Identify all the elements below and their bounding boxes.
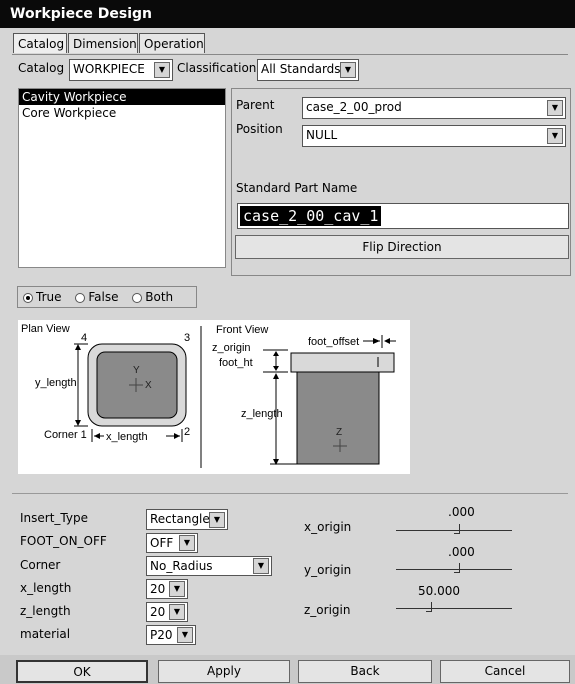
radio-both-circle[interactable]: [132, 292, 143, 303]
classification-label: Classification: [177, 61, 257, 75]
material-dropdown[interactable]: P20 ▼: [146, 625, 196, 645]
chevron-down-icon[interactable]: ▼: [547, 128, 563, 144]
cancel-button[interactable]: Cancel: [440, 660, 570, 683]
apply-button[interactable]: Apply: [158, 660, 290, 683]
z-length-label: z_length: [241, 408, 283, 420]
z-length-dropdown[interactable]: 20 ▼: [146, 602, 188, 622]
radio-true-circle[interactable]: [23, 292, 33, 303]
properties-panel: Parent case_2_00_prod ▼ Position NULL ▼ …: [231, 88, 571, 276]
z-origin-label: z_origin: [212, 342, 251, 354]
x-length-dropdown[interactable]: 20 ▼: [146, 579, 188, 599]
classification-dropdown[interactable]: All Standards ▼: [257, 59, 359, 81]
radio-true-label: True: [36, 290, 62, 304]
tab-catalog[interactable]: Catalog: [13, 33, 67, 53]
x-length-value: 20: [150, 582, 166, 596]
x-length-label: x_length: [106, 431, 148, 443]
param-label: material: [20, 627, 71, 641]
corner-value: No_Radius: [150, 559, 213, 573]
param-label: z_length: [20, 604, 71, 618]
chevron-down-icon[interactable]: ▼: [209, 512, 225, 528]
z-origin-slider[interactable]: [396, 602, 512, 614]
front-view-title: Front View: [216, 324, 268, 336]
plan-y-label: Y: [133, 365, 140, 376]
workpiece-diagram: Plan View 4 3 Y X y_length Corner 1 x_le…: [18, 320, 410, 474]
slider-track: [396, 608, 512, 609]
plan-x-label: X: [145, 380, 152, 391]
radio-group: True False Both: [17, 286, 197, 308]
radio-both-label: Both: [145, 290, 174, 304]
y-origin-label: y_origin: [304, 563, 352, 577]
plan-view-title: Plan View: [21, 323, 70, 335]
foot-on-off-dropdown[interactable]: OFF ▼: [146, 533, 198, 553]
chevron-down-icon[interactable]: ▼: [340, 62, 356, 78]
front-z-label: Z: [336, 427, 342, 438]
chevron-down-icon[interactable]: ▼: [154, 62, 170, 78]
classification-dropdown-value: All Standards: [261, 62, 341, 76]
radio-both[interactable]: Both: [132, 290, 173, 304]
standard-part-field[interactable]: case_2_00_cav_1: [237, 203, 569, 229]
y-length-label: y_length: [35, 377, 77, 389]
y-origin-slider[interactable]: [396, 563, 512, 575]
tab-dimension[interactable]: Dimension: [68, 33, 138, 53]
param-label: FOOT_ON_OFF: [20, 534, 107, 548]
radio-false-label: False: [88, 290, 119, 304]
window-title: Workpiece Design: [0, 0, 575, 28]
chevron-down-icon[interactable]: ▼: [169, 581, 185, 597]
radio-false-circle[interactable]: [75, 292, 86, 303]
insert-type-value: Rectangle: [150, 512, 210, 526]
x-origin-label: x_origin: [304, 520, 352, 534]
x-origin-value: .000: [448, 505, 475, 519]
standard-part-label: Standard Part Name: [236, 181, 358, 195]
section-divider: [12, 493, 568, 494]
param-label: Corner: [20, 558, 61, 572]
parent-dropdown[interactable]: case_2_00_prod ▼: [302, 97, 566, 119]
chevron-down-icon[interactable]: ▼: [547, 100, 563, 116]
corner-1-label: Corner 1: [44, 429, 87, 441]
corner-dropdown[interactable]: No_Radius ▼: [146, 556, 272, 576]
foot-ht-label: foot_ht: [219, 357, 253, 369]
ok-button[interactable]: OK: [16, 660, 148, 683]
z-origin-label: z_origin: [304, 603, 351, 617]
insert-type-dropdown[interactable]: Rectangle ▼: [146, 509, 228, 530]
slider-thumb[interactable]: [426, 602, 432, 612]
param-label: Insert_Type: [20, 511, 88, 525]
position-label: Position: [236, 122, 283, 136]
foot-shape: [290, 352, 395, 373]
slider-thumb[interactable]: [454, 563, 460, 573]
z-origin-value: 50.000: [418, 584, 460, 598]
material-value: P20: [150, 628, 173, 642]
z-length-value: 20: [150, 605, 166, 619]
parent-dropdown-value: case_2_00_prod: [306, 100, 402, 114]
parent-label: Parent: [236, 98, 275, 112]
back-button[interactable]: Back: [298, 660, 432, 683]
workpiece-list[interactable]: Cavity Workpiece Core Workpiece: [18, 88, 226, 268]
corner-3-label: 3: [184, 332, 190, 344]
list-item[interactable]: Cavity Workpiece: [19, 89, 225, 105]
list-item[interactable]: Core Workpiece: [19, 105, 225, 121]
chevron-down-icon[interactable]: ▼: [169, 604, 185, 620]
catalog-label: Catalog: [18, 61, 65, 75]
chevron-down-icon[interactable]: ▼: [177, 627, 193, 643]
corner-4-label: 4: [81, 332, 87, 344]
x-origin-slider[interactable]: [396, 524, 512, 536]
standard-part-value: case_2_00_cav_1: [240, 206, 382, 226]
radio-false[interactable]: False: [75, 290, 118, 304]
catalog-dropdown[interactable]: WORKPIECE ▼: [69, 59, 173, 81]
tab-operation[interactable]: Operation: [139, 33, 205, 53]
radio-true[interactable]: True: [23, 290, 62, 304]
y-origin-value: .000: [448, 545, 475, 559]
foot-offset-label: foot_offset: [308, 336, 359, 348]
corner-2-label: 2: [184, 426, 190, 438]
flip-direction-button[interactable]: Flip Direction: [235, 235, 569, 259]
tab-divider: [12, 54, 568, 55]
chevron-down-icon[interactable]: ▼: [179, 535, 195, 551]
chevron-down-icon[interactable]: ▼: [253, 558, 269, 574]
position-dropdown[interactable]: NULL ▼: [302, 125, 566, 147]
position-dropdown-value: NULL: [306, 128, 338, 142]
slider-thumb[interactable]: [454, 524, 460, 534]
foot-on-off-value: OFF: [150, 536, 174, 550]
param-label: x_length: [20, 581, 72, 595]
core-block-shape: [296, 371, 380, 465]
catalog-dropdown-value: WORKPIECE: [73, 62, 145, 76]
